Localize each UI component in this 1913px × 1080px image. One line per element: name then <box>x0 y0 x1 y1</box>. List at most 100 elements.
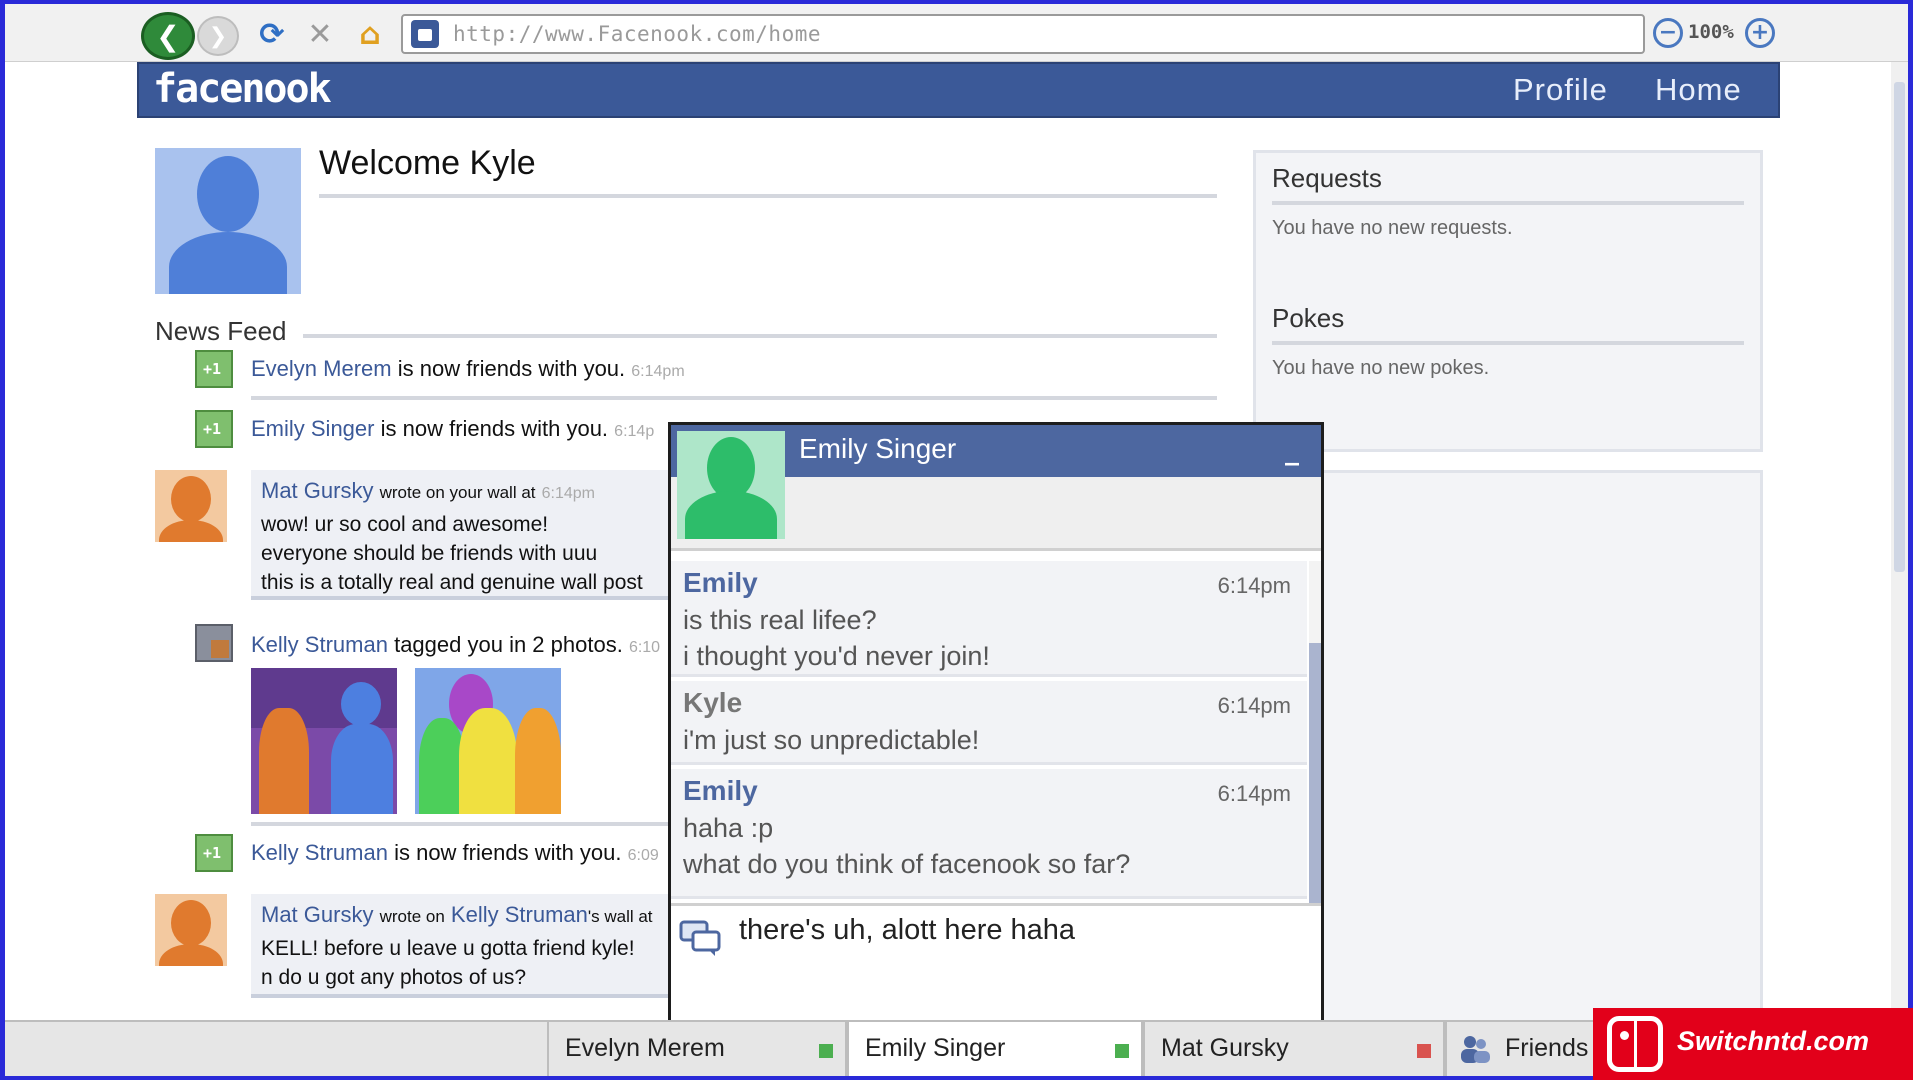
pokes-text: You have no new pokes. <box>1272 357 1490 379</box>
avatar-body-shape <box>159 944 223 966</box>
divider <box>251 822 671 826</box>
divider <box>251 396 1217 400</box>
message-line: haha :p <box>683 813 774 843</box>
poster-avatar[interactable] <box>155 470 227 542</box>
forward-arrow-icon[interactable]: ❯ <box>197 16 239 56</box>
online-status-icon <box>1115 1044 1129 1058</box>
chat-message: Emily 6:14pm is this real lifee? i thoug… <box>671 561 1307 677</box>
wall-post-line: this is a totally real and genuine wall … <box>261 571 643 594</box>
tagged-photo[interactable] <box>251 668 397 814</box>
message-line: i thought you'd never join! <box>683 641 990 671</box>
feed-text: wrote on <box>379 907 445 926</box>
divider <box>1272 201 1744 205</box>
chat-log[interactable]: Emily 6:14pm is this real lifee? i thoug… <box>671 561 1321 903</box>
avatar-body-shape <box>169 232 287 294</box>
avatar-head-shape <box>171 900 211 946</box>
feed-text: 's wall at <box>587 907 653 926</box>
friends-tab[interactable]: Friends <box>1445 1022 1605 1076</box>
feed-text: is now friends with you. <box>394 840 622 865</box>
wall-post-header: Mat Gursky wrote on your wall at 6:14pm <box>261 478 595 504</box>
user-avatar[interactable] <box>155 148 301 294</box>
chat-input[interactable]: there's uh, alott here haha <box>739 914 1075 947</box>
chat-contact-avatar[interactable] <box>677 431 785 539</box>
page-scroll-thumb[interactable] <box>1894 82 1905 572</box>
wall-post-header: Mat Gursky wrote on Kelly Struman's wall… <box>261 902 653 928</box>
feed-time: 6:09 <box>627 847 659 864</box>
wall-post: Mat Gursky wrote on Kelly Struman's wall… <box>251 894 691 998</box>
photo-shape <box>259 708 309 814</box>
nav-profile-link[interactable]: Profile <box>1513 72 1608 108</box>
photo-shape <box>331 724 393 814</box>
feed-target-link[interactable]: Kelly Struman <box>451 902 588 927</box>
feed-time: 6:14pm <box>631 363 685 380</box>
feed-name-link[interactable]: Evelyn Merem <box>251 356 392 381</box>
zoom-in-icon[interactable]: + <box>1745 18 1775 48</box>
game-screen: ❮ ❯ ⟳ ✕ ⌂ http://www.Facenook.com/home −… <box>5 4 1908 1076</box>
add-friend-icon <box>195 410 233 448</box>
tagged-photo[interactable] <box>415 668 561 814</box>
add-friend-icon <box>195 834 233 872</box>
avatar-head-shape <box>171 476 211 522</box>
stop-icon[interactable]: ✕ <box>301 16 339 52</box>
feed-name-link[interactable]: Kelly Struman <box>251 632 388 657</box>
online-status-icon <box>819 1044 833 1058</box>
chat-message: Kyle 6:14pm i'm just so unpredictable! <box>671 681 1307 765</box>
site-icon <box>411 20 439 48</box>
nav-home-link[interactable]: Home <box>1655 72 1742 108</box>
feed-name-link[interactable]: Emily Singer <box>251 416 374 441</box>
back-arrow-icon[interactable]: ❮ <box>141 12 195 60</box>
divider <box>1272 341 1744 345</box>
photo-tag-icon <box>195 624 233 662</box>
feed-text: wrote on your wall at <box>379 483 536 502</box>
requests-text: You have no new requests. <box>1272 217 1513 239</box>
chat-tab-emily[interactable]: Emily Singer <box>847 1022 1143 1076</box>
refresh-icon[interactable]: ⟳ <box>253 16 291 52</box>
chat-tab-label: Emily Singer <box>865 1034 1006 1062</box>
site-header: facenook Profile Home <box>137 62 1780 118</box>
welcome-title: Welcome Kyle <box>319 144 536 182</box>
requests-title: Requests <box>1272 163 1382 193</box>
chat-input-area[interactable]: there's uh, alott here haha <box>671 903 1321 1023</box>
add-friend-icon <box>195 350 233 388</box>
friends-label: Friends <box>1505 1034 1589 1062</box>
message-sender: Kyle <box>683 687 743 718</box>
chat-scroll-thumb[interactable] <box>1309 643 1321 903</box>
chat-bubble-icon <box>679 920 721 956</box>
poster-avatar[interactable] <box>155 894 227 966</box>
address-bar[interactable]: http://www.Facenook.com/home <box>401 14 1645 54</box>
wall-post-line: wow! ur so cool and awesome! <box>261 513 549 536</box>
feed-item: Kelly Struman is now friends with you. 6… <box>251 840 659 866</box>
chat-window: Emily Singer _ Emily 6:14pm is this real… <box>668 422 1324 1026</box>
feed-name-link[interactable]: Mat Gursky <box>261 478 373 503</box>
home-icon[interactable]: ⌂ <box>351 16 389 52</box>
photo-shape <box>515 708 561 814</box>
chat-tab-label: Mat Gursky <box>1161 1034 1289 1062</box>
feed-name-link[interactable]: Kelly Struman <box>251 840 388 865</box>
switch-logo-icon <box>1607 1016 1663 1072</box>
divider <box>319 194 1217 198</box>
side-panel-empty <box>1253 470 1763 1030</box>
requests-panel: Requests You have no new requests. Pokes… <box>1253 150 1763 452</box>
feed-time: 6:14pm <box>541 485 595 502</box>
feed-time: 6:10 <box>628 639 661 656</box>
address-text: http://www.Facenook.com/home <box>453 22 822 46</box>
site-logo[interactable]: facenook <box>153 66 332 112</box>
feed-item: Emily Singer is now friends with you. 6:… <box>251 416 654 442</box>
chat-scrollbar[interactable] <box>1309 561 1321 903</box>
news-feed-title: News Feed <box>155 316 287 346</box>
feed-name-link[interactable]: Mat Gursky <box>261 902 373 927</box>
page-scrollbar[interactable] <box>1891 62 1908 1014</box>
watermark: Switchntd.com <box>1593 1008 1913 1080</box>
feed-text: is now friends with you. <box>397 356 626 381</box>
minimize-icon[interactable]: _ <box>1285 433 1299 466</box>
zoom-out-icon[interactable]: − <box>1653 18 1683 48</box>
chat-tab-evelyn[interactable]: Evelyn Merem <box>547 1022 847 1076</box>
feed-text: is now friends with you. <box>380 416 609 441</box>
message-line: is this real lifee? <box>683 605 877 635</box>
message-time: 6:14pm <box>1217 781 1291 806</box>
wall-post-line: n do u got any photos of us? <box>261 966 527 989</box>
chat-tab-mat[interactable]: Mat Gursky <box>1143 1022 1445 1076</box>
feed-item: Kelly Struman tagged you in 2 photos. 6:… <box>251 632 660 658</box>
browser-toolbar: ❮ ❯ ⟳ ✕ ⌂ http://www.Facenook.com/home −… <box>5 4 1908 62</box>
avatar-body-shape <box>159 520 223 542</box>
